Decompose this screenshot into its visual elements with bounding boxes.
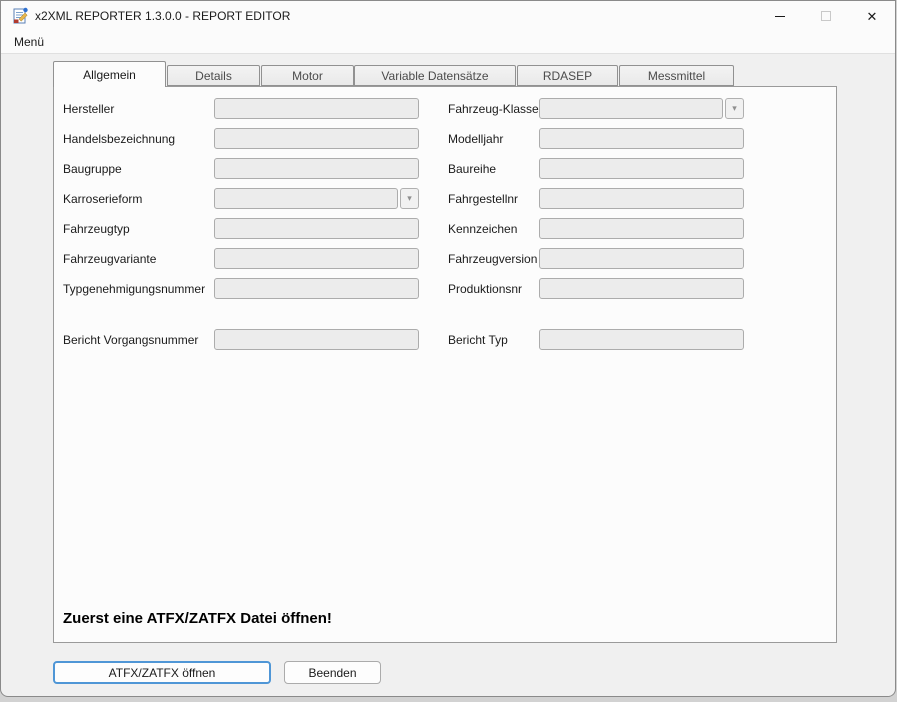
fahrzeug-klasse-label: Fahrzeug-Klasse — [448, 102, 539, 116]
bericht-typ-input[interactable] — [539, 329, 744, 350]
baugruppe-label: Baugruppe — [63, 162, 122, 176]
app-window: x2XML REPORTER 1.3.0.0 - REPORT EDITOR ✕… — [0, 0, 896, 697]
menu-item-menue[interactable]: Menü — [7, 31, 51, 53]
maximize-button[interactable] — [803, 1, 849, 31]
title-bar: x2XML REPORTER 1.3.0.0 - REPORT EDITOR ✕ — [1, 1, 895, 31]
menu-bar: Menü — [1, 31, 895, 54]
hersteller-label: Hersteller — [63, 102, 114, 116]
baureihe-input[interactable] — [539, 158, 744, 179]
close-icon: ✕ — [867, 10, 878, 23]
fahrzeugvariante-input[interactable] — [214, 248, 419, 269]
modelljahr-input[interactable] — [539, 128, 744, 149]
tab-motor[interactable]: Motor — [261, 65, 354, 86]
typgenehmigungsnummer-label: Typgenehmigungsnummer — [63, 282, 205, 296]
open-atfx-button[interactable]: ATFX/ZATFX öffnen — [53, 661, 271, 684]
bericht-typ-label: Bericht Typ — [448, 333, 508, 347]
fahrgestellnr-label: Fahrgestellnr — [448, 192, 518, 206]
tab-variable-datensaetze[interactable]: Variable Datensätze — [354, 65, 516, 86]
handelsbezeichnung-input[interactable] — [214, 128, 419, 149]
fahrzeug-klasse-select[interactable]: ▾ — [539, 98, 744, 119]
tab-messmittel[interactable]: Messmittel — [619, 65, 734, 86]
bericht-vorgangsnummer-label: Bericht Vorgangsnummer — [63, 333, 198, 347]
bericht-vorgangsnummer-input[interactable] — [214, 329, 419, 350]
fahrzeugvariante-label: Fahrzeugvariante — [63, 252, 156, 266]
karroserieform-select[interactable]: ▾ — [214, 188, 419, 209]
fahrzeugtyp-input[interactable] — [214, 218, 419, 239]
status-message: Zuerst eine ATFX/ZATFX Datei öffnen! — [63, 610, 332, 627]
produktionsnr-input[interactable] — [539, 278, 744, 299]
combo-value — [539, 98, 723, 119]
minimize-button[interactable] — [757, 1, 803, 31]
dropdown-arrow-icon[interactable]: ▾ — [400, 188, 419, 209]
tab-details[interactable]: Details — [167, 65, 260, 86]
close-button[interactable]: ✕ — [849, 1, 895, 31]
exit-button[interactable]: Beenden — [284, 661, 381, 684]
baugruppe-input[interactable] — [214, 158, 419, 179]
typgenehmigungsnummer-input[interactable] — [214, 278, 419, 299]
dropdown-arrow-icon[interactable]: ▾ — [725, 98, 744, 119]
minimize-icon — [775, 16, 785, 17]
modelljahr-label: Modelljahr — [448, 132, 503, 146]
kennzeichen-label: Kennzeichen — [448, 222, 517, 236]
baureihe-label: Baureihe — [448, 162, 496, 176]
maximize-icon — [821, 11, 831, 21]
hersteller-input[interactable] — [214, 98, 419, 119]
produktionsnr-label: Produktionsnr — [448, 282, 522, 296]
karroserieform-label: Karroserieform — [63, 192, 142, 206]
handelsbezeichnung-label: Handelsbezeichnung — [63, 132, 175, 146]
fahrzeugtyp-label: Fahrzeugtyp — [63, 222, 130, 236]
fahrgestellnr-input[interactable] — [539, 188, 744, 209]
fahrzeugversion-label: Fahrzeugversion — [448, 252, 537, 266]
fahrzeugversion-input[interactable] — [539, 248, 744, 269]
app-icon — [11, 7, 29, 25]
tab-rdasep[interactable]: RDASEP — [517, 65, 618, 86]
tab-allgemein[interactable]: Allgemein — [53, 61, 166, 87]
window-title: x2XML REPORTER 1.3.0.0 - REPORT EDITOR — [35, 1, 290, 31]
combo-value — [214, 188, 398, 209]
kennzeichen-input[interactable] — [539, 218, 744, 239]
